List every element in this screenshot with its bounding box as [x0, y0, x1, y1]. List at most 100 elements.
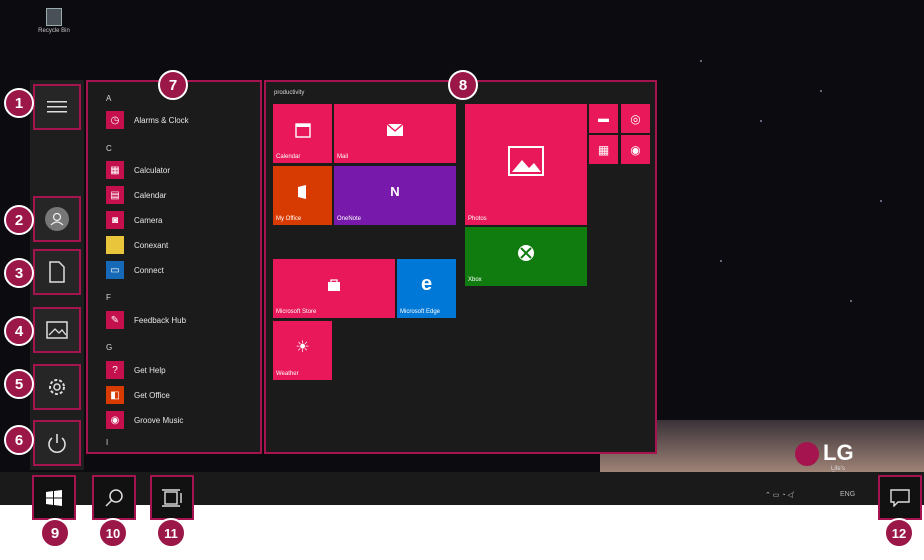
start-button[interactable]: [32, 475, 76, 520]
tile-label: Photos: [468, 216, 487, 222]
app-label: Get Help: [134, 365, 166, 375]
app-label: Feedback Hub: [134, 315, 187, 325]
webcam-icon: ◉: [630, 142, 641, 157]
app-list[interactable]: A ◷ Alarms & Clock C ▦ Calculator ▤ Cale…: [86, 80, 262, 454]
callout-badge: 4: [4, 316, 34, 346]
language-indicator[interactable]: ENG: [840, 491, 855, 498]
help-icon: ?: [106, 361, 124, 379]
taskbar: [0, 472, 924, 505]
windows-logo-icon: [46, 489, 62, 506]
user-avatar-icon: [45, 207, 69, 231]
disc-icon: ◎: [630, 111, 641, 126]
group-letter[interactable]: A: [106, 94, 111, 103]
tile-label: Calendar: [276, 154, 301, 160]
tile-calculator[interactable]: ▦: [589, 135, 618, 164]
tile-microsoft-edge[interactable]: e Microsoft Edge: [397, 259, 456, 318]
system-tray-icons[interactable]: ⌃ ▭ ◔ ◁ʼ: [765, 491, 794, 499]
tile-photos[interactable]: Photos: [465, 104, 587, 225]
recycle-bin-icon: [46, 8, 62, 26]
tiles-panel: productivity Calendar Mail My Office N O…: [264, 80, 657, 454]
callout-badge: 2: [4, 205, 34, 235]
group-letter[interactable]: F: [106, 293, 111, 302]
calendar-icon: ▤: [106, 186, 124, 204]
callout-badge: 5: [4, 369, 34, 399]
office-icon: [273, 166, 332, 217]
feedback-icon: ✎: [106, 311, 124, 329]
callout-badge: 8: [448, 70, 478, 100]
tile-webcam[interactable]: ◉: [621, 135, 650, 164]
store-icon: [273, 259, 395, 310]
app-camera[interactable]: ◙ Camera: [106, 210, 162, 230]
callout-badge: 6: [4, 425, 34, 455]
app-label: Camera: [134, 215, 163, 225]
documents-button[interactable]: [33, 249, 81, 295]
recycle-bin[interactable]: Recycle Bin: [34, 8, 74, 34]
tile-label: My Office: [276, 216, 302, 222]
alarm-clock-icon: ◷: [106, 111, 124, 129]
hamburger-icon: [47, 101, 67, 113]
music-icon: ◉: [106, 411, 124, 429]
tile-calendar[interactable]: Calendar: [273, 104, 332, 163]
tile-media-player[interactable]: ◎: [621, 104, 650, 133]
settings-button[interactable]: [33, 364, 81, 410]
power-button[interactable]: [33, 420, 81, 466]
app-calendar[interactable]: ▤ Calendar: [106, 185, 166, 205]
task-view-button[interactable]: [150, 475, 194, 520]
app-label: Get Office: [134, 390, 170, 400]
tile-label: OneNote: [337, 216, 362, 222]
recycle-bin-label: Recycle Bin: [38, 28, 70, 34]
tile-label: Xbox: [468, 277, 482, 283]
callout-badge: 10: [98, 518, 128, 548]
notification-icon: [890, 488, 910, 507]
group-letter[interactable]: G: [106, 343, 112, 352]
picture-icon: [46, 321, 68, 339]
tile-mail[interactable]: Mail: [334, 104, 456, 163]
onenote-icon: N: [390, 184, 400, 199]
callout-badge: 7: [158, 70, 188, 100]
tile-onenote[interactable]: N OneNote: [334, 166, 456, 225]
tile-group-title: productivity: [274, 90, 305, 96]
tile-movies[interactable]: ▬: [589, 104, 618, 133]
xbox-icon: [465, 227, 587, 278]
tile-microsoft-store[interactable]: Microsoft Store: [273, 259, 395, 318]
pictures-button[interactable]: [33, 307, 81, 353]
action-center-button[interactable]: [878, 475, 922, 520]
app-groove-music[interactable]: ◉ Groove Music: [106, 410, 183, 430]
search-icon: [105, 488, 123, 507]
calculator-icon: ▦: [106, 161, 124, 179]
callout-badge: 12: [884, 518, 914, 548]
callout-badge: 3: [4, 258, 34, 288]
expand-menu-button[interactable]: [33, 84, 81, 130]
lg-logo: LG Life's Good: [795, 440, 854, 478]
mail-icon: [334, 104, 456, 155]
film-icon: ▬: [598, 112, 609, 125]
tile-label: Mail: [337, 154, 349, 160]
app-label: Calendar: [134, 190, 167, 200]
office-icon: ◧: [106, 386, 124, 404]
app-label: Alarms & Clock: [134, 115, 189, 125]
app-label: Groove Music: [134, 415, 184, 425]
app-get-office[interactable]: ◧ Get Office: [106, 385, 170, 405]
app-feedback-hub[interactable]: ✎ Feedback Hub: [106, 310, 186, 330]
app-connect[interactable]: ▭ Connect: [106, 260, 164, 280]
callout-badge: 11: [156, 518, 186, 548]
callout-badge: 1: [4, 88, 34, 118]
tile-my-office[interactable]: My Office: [273, 166, 332, 225]
document-icon: [49, 261, 65, 283]
app-alarms-clock[interactable]: ◷ Alarms & Clock: [106, 110, 189, 130]
tile-label: Microsoft Store: [276, 309, 317, 315]
tile-weather[interactable]: ☀ Weather: [273, 321, 332, 380]
user-account-button[interactable]: [33, 196, 81, 242]
app-conexant[interactable]: Conexant: [106, 235, 168, 255]
app-label: Calculator: [134, 165, 171, 175]
app-label: Conexant: [134, 240, 169, 250]
app-label: Connect: [134, 265, 164, 275]
power-icon: [48, 434, 66, 453]
logo-text: LG: [823, 440, 854, 465]
group-letter[interactable]: C: [106, 144, 112, 153]
app-get-help[interactable]: ? Get Help: [106, 360, 166, 380]
group-letter[interactable]: I: [106, 438, 108, 447]
search-button[interactable]: [92, 475, 136, 520]
tile-xbox[interactable]: Xbox: [465, 227, 587, 286]
app-calculator[interactable]: ▦ Calculator: [106, 160, 170, 180]
